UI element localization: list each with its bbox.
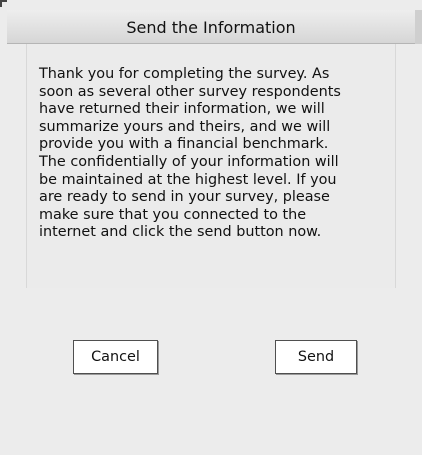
dialog-message: Thank you for completing the survey. As …	[39, 66, 341, 241]
send-button[interactable]: Send	[275, 340, 357, 374]
send-information-dialog: Send the Information Thank you for compl…	[0, 0, 422, 455]
title-bar-edge	[415, 10, 422, 44]
message-panel: Thank you for completing the survey. As …	[26, 44, 396, 288]
window-corner-mark	[0, 0, 7, 7]
title-bar: Send the Information	[7, 10, 422, 44]
dialog-title: Send the Information	[126, 18, 296, 37]
cancel-button[interactable]: Cancel	[73, 340, 158, 374]
